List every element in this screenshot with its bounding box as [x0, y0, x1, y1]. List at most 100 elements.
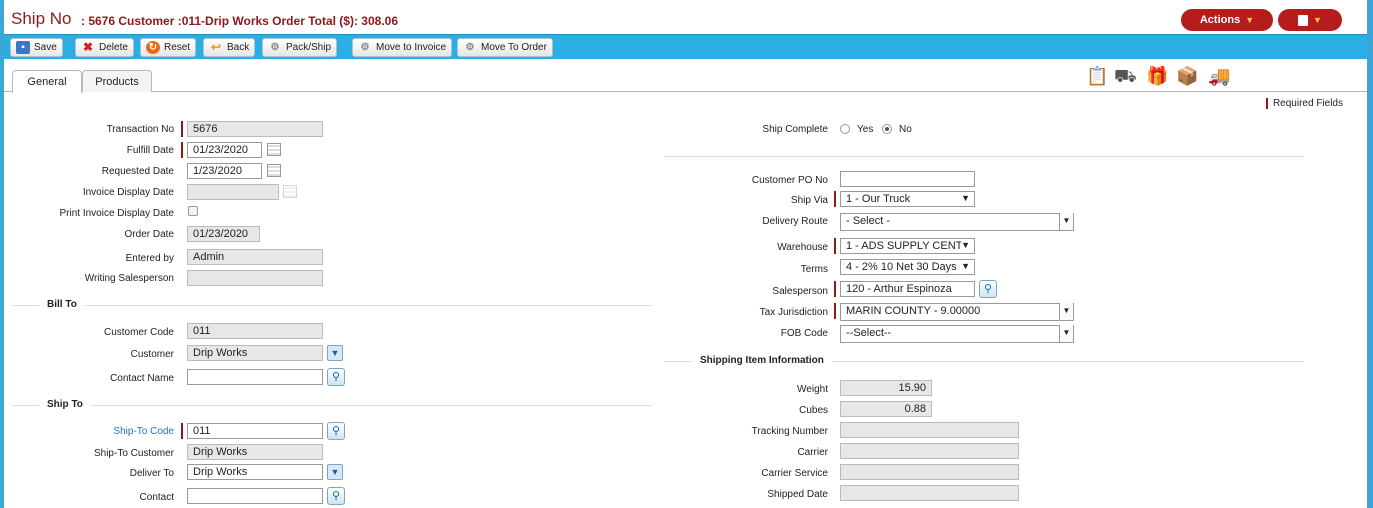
- dropdown-arrow-icon: ▼: [1059, 303, 1073, 320]
- ship-complete-yes-radio[interactable]: [840, 124, 850, 134]
- customer-field: Drip Works: [187, 345, 323, 361]
- deliver-to-label: Deliver To: [129, 468, 174, 479]
- ship-to-code-label[interactable]: Ship-To Code: [4, 426, 174, 437]
- ship-complete-no-radio[interactable]: [882, 124, 892, 134]
- reset-icon: ↻: [146, 41, 160, 54]
- move-to-order-label: Move To Order: [481, 42, 547, 53]
- tax-jurisdiction-value: MARIN COUNTY - 9.00000: [846, 305, 981, 317]
- fulfill-date-input[interactable]: 01/23/2020: [187, 142, 262, 158]
- calendar-icon: [283, 185, 297, 198]
- calendar-icon[interactable]: [267, 143, 281, 156]
- writing-salesperson-label: Writing Salesperson: [84, 273, 174, 284]
- toolbar: ▪ Save ✖ Delete ↻ Reset ↩ Back ⚙ Pack/Sh…: [4, 34, 1367, 59]
- ship-to-code-input[interactable]: 011: [187, 423, 323, 439]
- move-to-invoice-label: Move to Invoice: [376, 42, 447, 53]
- dropdown-arrow-icon: ▼: [961, 261, 970, 271]
- ship-via-label: Ship Via: [790, 195, 828, 206]
- cubes-label: Cubes: [799, 405, 828, 416]
- search-icon[interactable]: ⚲: [327, 368, 345, 386]
- customer-code-label: Customer Code: [103, 327, 174, 338]
- required-fields-note: Required Fields: [1265, 98, 1343, 109]
- ship-via-select[interactable]: 1 - Our Truck ▼: [840, 191, 975, 207]
- pack-ship-button[interactable]: ⚙ Pack/Ship: [262, 38, 338, 57]
- invoice-display-date-input: [187, 184, 279, 200]
- requested-date-input[interactable]: 1/23/2020: [187, 163, 262, 179]
- cubes-field: 0.88: [840, 401, 932, 417]
- reset-label: Reset: [164, 42, 191, 53]
- delivery-route-select[interactable]: - Select - ▼: [840, 213, 1074, 231]
- back-label: Back: [227, 42, 250, 53]
- print-invoice-display-date-label: Print Invoice Display Date: [59, 208, 175, 219]
- customer-dropdown-icon[interactable]: ▼: [327, 345, 343, 361]
- weight-field: 15.90: [840, 380, 932, 396]
- ship-via-value: 1 - Our Truck: [846, 193, 911, 205]
- tab-general[interactable]: General: [12, 70, 82, 93]
- carrier-field: [840, 443, 1019, 459]
- tracking-number-field: [840, 422, 1019, 438]
- calendar-icon[interactable]: [267, 164, 281, 177]
- page-title: Ship No: [11, 9, 72, 28]
- entered-by-field: Admin: [187, 249, 323, 265]
- move-to-order-button[interactable]: ⚙ Move To Order: [457, 38, 553, 57]
- print-invoice-display-date-checkbox[interactable]: [188, 206, 198, 216]
- writing-salesperson-field: [187, 270, 323, 286]
- carrier-service-label: Carrier Service: [761, 468, 828, 479]
- salesperson-input[interactable]: 120 - Arthur Espinoza: [840, 281, 975, 297]
- required-marker: [181, 121, 183, 137]
- contact-name-label: Contact Name: [110, 373, 174, 384]
- contact-input[interactable]: [187, 488, 323, 504]
- required-marker: [834, 191, 836, 207]
- weight-label: Weight: [797, 384, 828, 395]
- dropdown-arrow-icon: ▼: [961, 193, 970, 203]
- tax-jurisdiction-label: Tax Jurisdiction: [759, 307, 828, 318]
- gift-box-icon[interactable]: 🎁: [1146, 66, 1168, 87]
- transaction-no-label: Transaction No: [106, 124, 174, 135]
- forklift-icon[interactable]: ⛟: [1114, 66, 1137, 90]
- requested-date-label: Requested Date: [101, 166, 174, 177]
- shipped-date-label: Shipped Date: [767, 489, 828, 500]
- dropdown-arrow-icon: ▼: [1059, 325, 1073, 342]
- terms-select[interactable]: 4 - 2% 10 Net 30 Days ▼: [840, 259, 975, 275]
- terms-value: 4 - 2% 10 Net 30 Days: [846, 261, 957, 273]
- tax-jurisdiction-select[interactable]: MARIN COUNTY - 9.00000 ▼: [840, 303, 1074, 321]
- search-icon[interactable]: ⚲: [327, 422, 345, 440]
- clipboard-icon[interactable]: 📋: [1086, 66, 1108, 87]
- divider: [12, 405, 652, 406]
- move-to-invoice-button[interactable]: ⚙ Move to Invoice: [352, 38, 453, 57]
- deliver-to-dropdown-icon[interactable]: ▼: [327, 464, 343, 480]
- actions-button[interactable]: Actions ▼: [1181, 9, 1273, 31]
- caret-down-icon: ▼: [1313, 15, 1322, 25]
- warehouse-select[interactable]: 1 - ADS SUPPLY CENTE ▼: [840, 238, 975, 254]
- floppy-icon: ▪: [16, 41, 30, 54]
- save-button[interactable]: ▪ Save: [10, 38, 63, 57]
- back-button[interactable]: ↩ Back: [203, 38, 256, 57]
- order-date-label: Order Date: [124, 229, 174, 240]
- search-icon[interactable]: ⚲: [327, 487, 345, 505]
- ship-form-window: Ship No : 5676 Customer :011-Drip Works …: [4, 0, 1367, 508]
- ship-complete-label: Ship Complete: [762, 124, 828, 135]
- gears-icon: ⚙: [465, 42, 475, 53]
- divider: [664, 156, 1304, 157]
- contact-name-input[interactable]: [187, 369, 323, 385]
- shipped-date-field: [840, 485, 1019, 501]
- bill-to-heading: Bill To: [39, 299, 85, 310]
- customer-po-no-input[interactable]: [840, 171, 975, 187]
- search-icon[interactable]: ⚲: [979, 280, 997, 298]
- fulfill-date-label: Fulfill Date: [126, 145, 174, 156]
- truck-icon[interactable]: 🚚: [1208, 66, 1230, 87]
- terms-label: Terms: [800, 264, 828, 275]
- ship-to-customer-label: Ship-To Customer: [93, 448, 174, 459]
- fob-code-label: FOB Code: [780, 328, 828, 339]
- reset-button[interactable]: ↻ Reset: [140, 38, 197, 57]
- tab-products[interactable]: Products: [82, 70, 152, 92]
- package-icon[interactable]: 📦: [1176, 66, 1198, 87]
- salesperson-label: Salesperson: [772, 286, 828, 297]
- back-arrow-icon: ↩: [210, 40, 222, 54]
- delete-button[interactable]: ✖ Delete: [75, 38, 134, 57]
- fob-code-select[interactable]: --Select-- ▼: [840, 325, 1074, 343]
- pack-ship-label: Pack/Ship: [286, 42, 332, 53]
- dropdown-arrow-icon: ▼: [961, 240, 970, 250]
- deliver-to-input[interactable]: Drip Works: [187, 464, 323, 480]
- gears-icon: ⚙: [270, 42, 280, 53]
- report-menu-button[interactable]: ▼: [1278, 9, 1342, 31]
